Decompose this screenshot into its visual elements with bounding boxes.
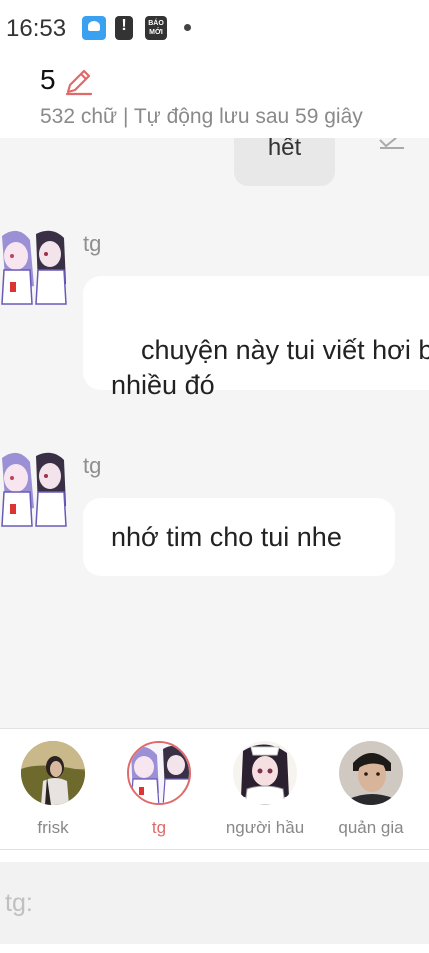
avatar[interactable] — [0, 226, 70, 306]
message-text: nhớ tim cho tui nhe — [111, 522, 342, 552]
edit-pencil-icon[interactable] — [63, 67, 93, 97]
message-input-area — [0, 850, 429, 953]
character-frisk[interactable]: frisk — [8, 741, 98, 841]
sender-name: tg — [83, 231, 102, 256]
message-input[interactable] — [0, 862, 429, 944]
status-time: 16:53 — [6, 15, 67, 42]
character-name: frisk — [37, 818, 69, 837]
character-name: tg — [151, 818, 167, 837]
edit-check-icon[interactable] — [378, 138, 406, 150]
message-bubble[interactable]: nhớ tim cho tui nhe — [83, 498, 395, 576]
message-bubble[interactable]: chuyện này tui viết hơi b nhiều đó — [83, 276, 429, 400]
character-name: người hầu — [225, 818, 305, 837]
character-quan-gia[interactable]: quản gia — [326, 741, 416, 841]
character-nguoi-hau[interactable]: người hầu — [220, 741, 310, 841]
sender-name: tg — [83, 453, 102, 478]
message-text: chuyện này tui viết hơi b nhiều đó — [111, 335, 429, 400]
character-tg[interactable]: tg — [114, 741, 204, 841]
bao-moi-icon: BÁO MỚI — [145, 16, 167, 40]
alert-icon — [115, 16, 133, 40]
word-count-autosave: 532 chữ | Tự động lưu sau 59 giây — [40, 105, 363, 128]
avatar — [127, 741, 191, 805]
character-selector: frisk tg người hầu quản gia — [0, 728, 429, 850]
avatar — [339, 741, 403, 805]
message-text: hết — [267, 138, 302, 161]
status-bar: 16:53 BÁO MỚI — [0, 0, 429, 58]
editor-header: 5 532 chữ | Tự động lưu sau 59 giây — [0, 58, 429, 138]
cloud-app-icon — [82, 16, 106, 40]
message-bubble[interactable]: hết — [234, 138, 335, 186]
notification-dot-icon — [184, 24, 191, 31]
avatar — [233, 741, 297, 805]
avatar — [21, 741, 85, 805]
avatar[interactable] — [0, 448, 70, 528]
chat-area[interactable]: hết tg chuyện này tui viết hơi b nhiều đ… — [0, 138, 429, 728]
chapter-number: 5 — [40, 64, 56, 95]
character-name: quản gia — [338, 818, 404, 837]
